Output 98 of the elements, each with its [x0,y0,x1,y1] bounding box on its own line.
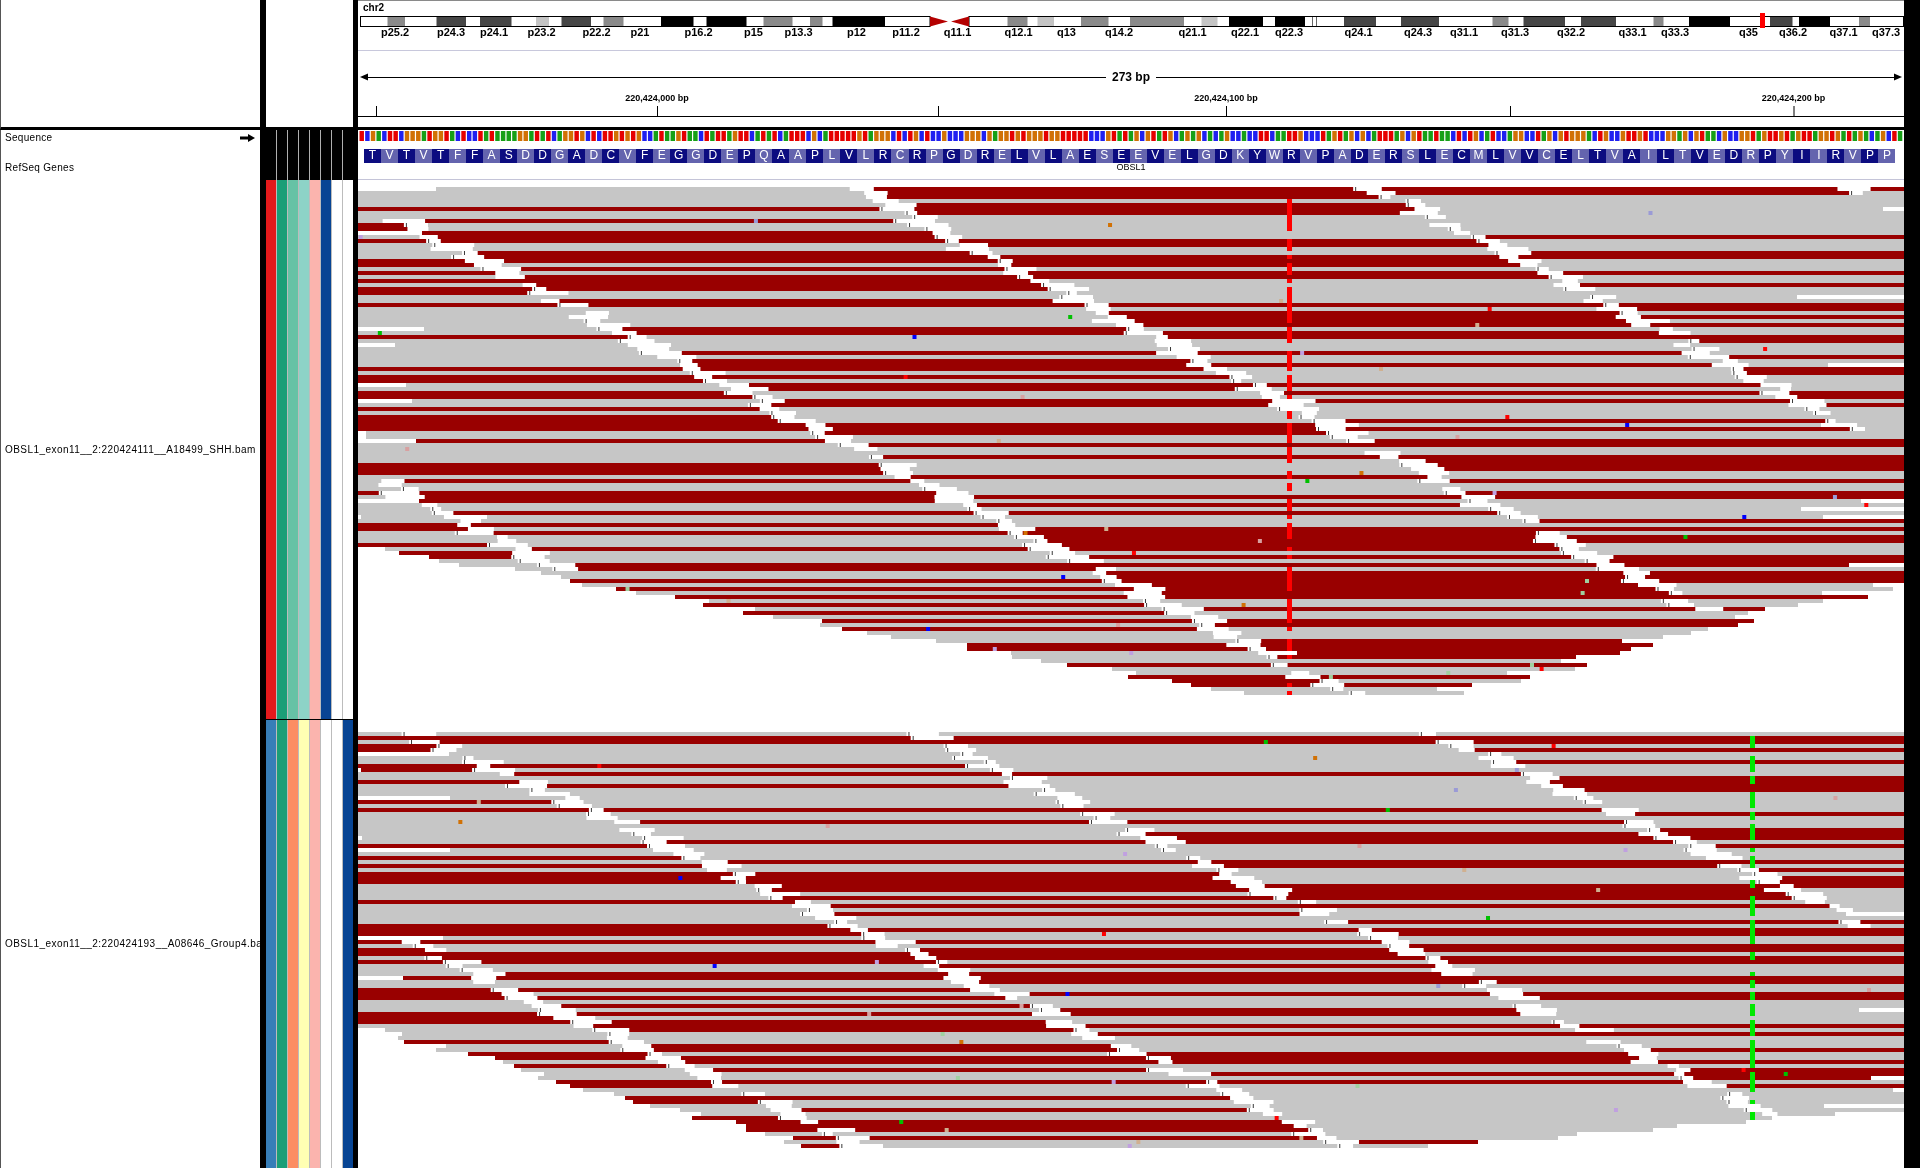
band-label: q35 [1739,27,1758,38]
amino-acid: V [415,149,433,163]
band-label: p24.1 [479,27,509,38]
amino-acid: D [517,149,535,163]
amino-acid: E [1555,149,1573,163]
amino-acid: L [1572,149,1590,163]
amino-acid: P [1861,149,1879,163]
band-label: p13.3 [784,27,813,38]
tick-label: 220,424,200 bp [1761,93,1826,104]
band-label: q33.3 [1660,27,1690,38]
amino-acid: D [1725,149,1743,163]
amino-acid: A [483,149,501,163]
track-name[interactable]: OBSL1_exon11__2:220424111__A18499_SHH.bam [5,443,256,456]
amino-acid: V [840,149,858,163]
amino-acid: L [823,149,841,163]
amino-acid: E [721,149,739,163]
amino-acid: L [1487,149,1505,163]
band-label: p24.3 [436,27,466,38]
band-label: q24.3 [1403,27,1433,38]
amino-acid: C [891,149,909,163]
amino-acid: T [1589,149,1607,163]
amino-acid: V [1691,149,1709,163]
band-label: q37.1 [1829,27,1858,38]
amino-acid: R [1742,149,1760,163]
amino-acid: P [1878,149,1896,163]
band-label: q11.1 [943,27,972,38]
band-label: p11.2 [892,27,920,38]
band-label: q22.3 [1274,27,1304,38]
band-label: p12 [847,27,866,38]
amino-acid: F [449,149,467,163]
amino-acid: F [466,149,484,163]
amino-acid: L [1657,149,1675,163]
amino-acid: A [568,149,586,163]
amino-acid: T [364,149,381,163]
amino-acid: G [687,149,705,163]
amino-acid: I [1640,149,1658,163]
track-name[interactable]: Sequence [5,131,53,144]
amino-acid: C [602,149,620,163]
amino-acid: G [551,149,569,163]
band-label: q21.1 [1178,27,1207,38]
amino-acid: T [398,149,416,163]
amino-acid: A [789,149,807,163]
amino-acid: T [432,149,450,163]
amino-acid: T [1674,149,1692,163]
amino-acid: L [857,149,875,163]
amino-acid: P [738,149,756,163]
band-label: q13 [1057,27,1076,38]
band-label: p25.2 [380,27,410,38]
amino-acid: I [1810,149,1828,163]
amino-acid: M [1470,149,1488,163]
band-label: q32.2 [1556,27,1586,38]
amino-acid: C [1538,149,1556,163]
amino-acid: D [534,149,552,163]
amino-acid: F [636,149,654,163]
amino-acid: Y [1776,149,1794,163]
band-label: p22.2 [582,27,611,38]
amino-acid: P [1759,149,1777,163]
band-label: q37.3 [1871,27,1901,38]
location-marker-icon [1760,13,1765,28]
amino-acid: V [1844,149,1862,163]
tick-label: 220,424,000 bp [625,93,689,104]
amino-acid: V [1504,149,1522,163]
band-label: q14.2 [1104,27,1134,38]
amino-acid: Q [755,149,773,163]
amino-acid: A [772,149,790,163]
amino-acid: V [381,149,399,163]
band-label: q33.1 [1618,27,1647,38]
amino-acid: E [653,149,671,163]
band-label: p15 [744,27,763,38]
range-label: 273 bp [1111,70,1151,84]
band-label: p16.2 [684,27,713,38]
amino-acid: C [1453,149,1470,163]
amino-acid: R [1827,149,1845,163]
amino-acid: I [1793,149,1811,163]
amino-acid: R [874,149,892,163]
amino-acid: D [704,149,722,163]
band-label: q22.1 [1230,27,1260,38]
tick-label: 220,424,100 bp [1194,93,1258,104]
amino-acid: V [1521,149,1539,163]
right-arrow-icon[interactable] [240,133,255,142]
gene-label: OBSL1 [1116,162,1146,172]
amino-acid: G [670,149,688,163]
amino-acid: V [619,149,637,163]
band-label: q12.1 [1004,27,1033,38]
amino-acid: P [806,149,824,163]
band-label: q31.3 [1500,27,1530,38]
band-label: p21 [630,27,650,38]
amino-acid: D [585,149,603,163]
band-label: q31.1 [1449,27,1479,38]
amino-acid: E [1708,149,1726,163]
band-label: p23.2 [527,27,556,38]
track-name[interactable]: RefSeq Genes [5,162,75,173]
amino-acid: S [500,149,518,163]
band-label: q36.2 [1778,27,1808,38]
chromosome-label: chr2 [363,2,385,13]
amino-acid: V [1606,149,1624,163]
amino-acid: A [1623,149,1641,163]
band-label: q24.1 [1344,27,1373,38]
